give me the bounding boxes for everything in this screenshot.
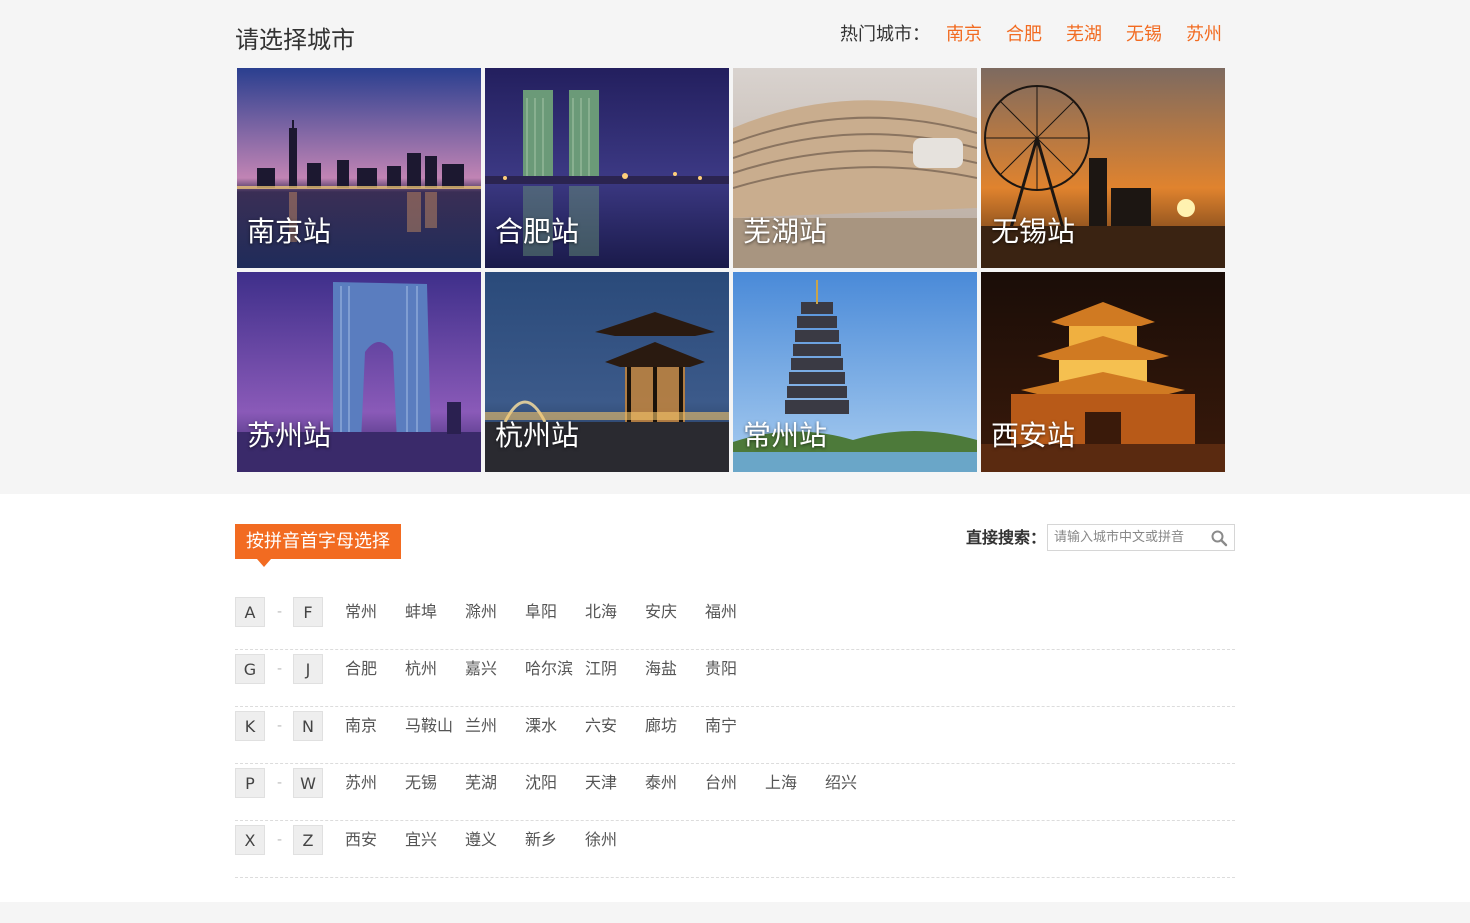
search-icon[interactable] bbox=[1210, 529, 1228, 547]
hot-cities: 热门城市： 南京 合肥 芜湖 无锡 苏州 bbox=[840, 20, 1222, 46]
city-link[interactable]: 江阴 bbox=[585, 654, 645, 684]
station-label: 南京站 bbox=[247, 215, 332, 248]
station-tile[interactable]: 苏州站 bbox=[237, 272, 481, 472]
station-tile[interactable]: 合肥站 bbox=[485, 68, 729, 268]
city-link[interactable]: 南京 bbox=[345, 711, 405, 741]
letter-group-row: K - N 南京 马鞍山 兰州 溧水 六安 廊坊 南宁 bbox=[235, 706, 1235, 764]
range-separator: - bbox=[277, 832, 283, 848]
city-link[interactable]: 天津 bbox=[585, 768, 645, 798]
city-link[interactable]: 西安 bbox=[345, 825, 405, 855]
city-link[interactable]: 徐州 bbox=[585, 825, 645, 855]
city-link[interactable]: 无锡 bbox=[405, 768, 465, 798]
station-grid: 南京站 合肥站 芜湖站 无锡站 苏州站 杭州站 常州站 西安站 bbox=[237, 68, 1225, 472]
city-link[interactable]: 廊坊 bbox=[645, 711, 705, 741]
city-list: 西安 宜兴 遵义 新乡 徐州 bbox=[345, 825, 645, 855]
city-link[interactable]: 南宁 bbox=[705, 711, 765, 741]
city-list: 合肥 杭州 嘉兴 哈尔滨 江阴 海盐 贵阳 bbox=[345, 654, 765, 684]
station-label: 苏州站 bbox=[247, 419, 332, 452]
city-link[interactable]: 新乡 bbox=[525, 825, 585, 855]
hot-city-link[interactable]: 无锡 bbox=[1126, 20, 1162, 46]
range-separator: - bbox=[277, 604, 283, 620]
letter-group-row: X - Z 西安 宜兴 遵义 新乡 徐州 bbox=[235, 820, 1235, 878]
letter-group-row: G - J 合肥 杭州 嘉兴 哈尔滨 江阴 海盐 贵阳 bbox=[235, 649, 1235, 707]
city-link[interactable]: 阜阳 bbox=[525, 597, 585, 627]
range-separator: - bbox=[277, 718, 283, 734]
hot-city-link[interactable]: 苏州 bbox=[1186, 20, 1222, 46]
city-link[interactable]: 安庆 bbox=[645, 597, 705, 627]
station-tile[interactable]: 杭州站 bbox=[485, 272, 729, 472]
city-link[interactable]: 溧水 bbox=[525, 711, 585, 741]
city-link[interactable]: 芜湖 bbox=[465, 768, 525, 798]
city-link[interactable]: 六安 bbox=[585, 711, 645, 741]
letter-key[interactable]: W bbox=[293, 768, 323, 798]
station-tile[interactable]: 无锡站 bbox=[981, 68, 1225, 268]
city-selection-banner: 请选择城市 热门城市： 南京 合肥 芜湖 无锡 苏州 南京站 合肥站 芜湖站 无… bbox=[0, 0, 1470, 494]
range-separator: - bbox=[277, 661, 283, 677]
city-link[interactable]: 合肥 bbox=[345, 654, 405, 684]
city-link[interactable]: 贵阳 bbox=[705, 654, 765, 684]
letter-key[interactable]: Z bbox=[293, 825, 323, 855]
city-link[interactable]: 兰州 bbox=[465, 711, 525, 741]
city-link[interactable]: 福州 bbox=[705, 597, 765, 627]
page-title: 请选择城市 bbox=[235, 26, 355, 54]
search-input[interactable] bbox=[1048, 525, 1204, 550]
city-link[interactable]: 苏州 bbox=[345, 768, 405, 798]
search-box bbox=[1047, 524, 1235, 551]
hot-city-link[interactable]: 合肥 bbox=[1006, 20, 1042, 46]
city-link[interactable]: 泰州 bbox=[645, 768, 705, 798]
station-label: 西安站 bbox=[991, 419, 1076, 452]
letter-key[interactable]: A bbox=[235, 597, 265, 627]
hot-city-link[interactable]: 南京 bbox=[946, 20, 982, 46]
tab-pointer bbox=[257, 559, 271, 567]
city-list: 苏州 无锡 芜湖 沈阳 天津 泰州 台州 上海 绍兴 bbox=[345, 768, 885, 798]
city-link[interactable]: 北海 bbox=[585, 597, 645, 627]
letter-group-row: P - W 苏州 无锡 芜湖 沈阳 天津 泰州 台州 上海 绍兴 bbox=[235, 763, 1235, 821]
letter-key[interactable]: P bbox=[235, 768, 265, 798]
city-link[interactable]: 常州 bbox=[345, 597, 405, 627]
letter-key[interactable]: J bbox=[293, 654, 323, 684]
letter-key[interactable]: G bbox=[235, 654, 265, 684]
city-link[interactable]: 滁州 bbox=[465, 597, 525, 627]
letter-key[interactable]: X bbox=[235, 825, 265, 855]
hot-cities-label: 热门城市： bbox=[840, 24, 930, 45]
letter-key[interactable]: K bbox=[235, 711, 265, 741]
city-link[interactable]: 沈阳 bbox=[525, 768, 585, 798]
city-link[interactable]: 遵义 bbox=[465, 825, 525, 855]
city-link[interactable]: 海盐 bbox=[645, 654, 705, 684]
city-list: 常州 蚌埠 滁州 阜阳 北海 安庆 福州 bbox=[345, 597, 765, 627]
station-tile[interactable]: 西安站 bbox=[981, 272, 1225, 472]
city-link[interactable]: 杭州 bbox=[405, 654, 465, 684]
letter-group-row: A - F 常州 蚌埠 滁州 阜阳 北海 安庆 福州 bbox=[235, 592, 1235, 650]
station-label: 常州站 bbox=[743, 419, 828, 452]
station-label: 芜湖站 bbox=[743, 215, 828, 248]
letter-key[interactable]: N bbox=[293, 711, 323, 741]
station-label: 合肥站 bbox=[495, 215, 580, 248]
station-tile[interactable]: 常州站 bbox=[733, 272, 977, 472]
footer-band bbox=[0, 902, 1470, 923]
hot-city-link[interactable]: 芜湖 bbox=[1066, 20, 1102, 46]
station-label: 杭州站 bbox=[495, 419, 580, 452]
city-link[interactable]: 绍兴 bbox=[825, 768, 885, 798]
station-tile[interactable]: 芜湖站 bbox=[733, 68, 977, 268]
search-label: 直接搜索： bbox=[966, 528, 1047, 547]
letter-key[interactable]: F bbox=[293, 597, 323, 627]
range-separator: - bbox=[277, 775, 283, 791]
pinyin-tab[interactable]: 按拼音首字母选择 bbox=[235, 524, 401, 559]
city-link[interactable]: 嘉兴 bbox=[465, 654, 525, 684]
city-link[interactable]: 上海 bbox=[765, 768, 825, 798]
station-label: 无锡站 bbox=[991, 215, 1076, 248]
city-link[interactable]: 哈尔滨 bbox=[525, 654, 585, 684]
city-link[interactable]: 蚌埠 bbox=[405, 597, 465, 627]
station-tile[interactable]: 南京站 bbox=[237, 68, 481, 268]
city-link[interactable]: 宜兴 bbox=[405, 825, 465, 855]
city-list: 南京 马鞍山 兰州 溧水 六安 廊坊 南宁 bbox=[345, 711, 765, 741]
city-link[interactable]: 台州 bbox=[705, 768, 765, 798]
city-link[interactable]: 马鞍山 bbox=[405, 711, 465, 741]
